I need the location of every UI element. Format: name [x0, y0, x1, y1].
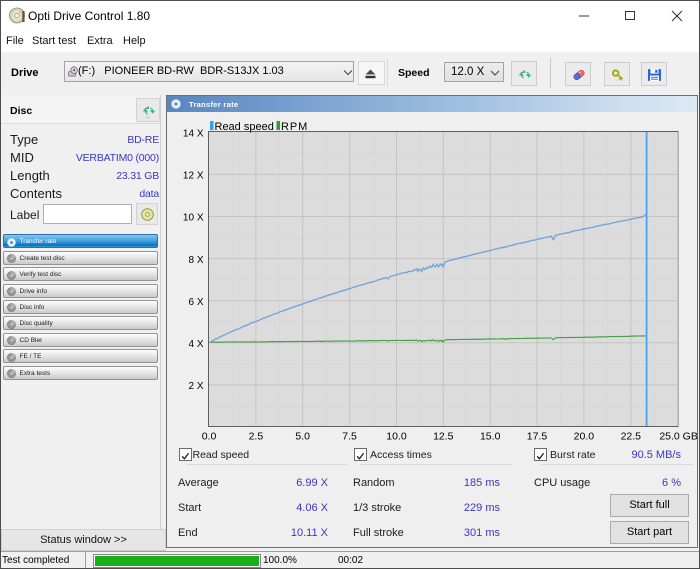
svg-text:17.5: 17.5: [527, 431, 548, 443]
svg-text:14 X: 14 X: [183, 129, 204, 140]
svg-text:10.0: 10.0: [386, 431, 407, 443]
svg-text:10 X: 10 X: [183, 213, 204, 224]
svg-text:2 X: 2 X: [188, 381, 203, 392]
svg-text:4 X: 4 X: [188, 339, 203, 350]
svg-text:RPM: RPM: [281, 121, 308, 133]
svg-text:6 X: 6 X: [188, 297, 203, 308]
svg-text:5.0: 5.0: [295, 431, 310, 443]
svg-text:12.5: 12.5: [433, 431, 454, 443]
svg-text:15.0: 15.0: [480, 431, 501, 443]
svg-text:25.0 GB: 25.0 GB: [659, 431, 698, 443]
svg-text:12 X: 12 X: [183, 171, 204, 182]
svg-text:2.5: 2.5: [249, 431, 264, 443]
svg-text:7.5: 7.5: [342, 431, 357, 443]
svg-text:Read speed: Read speed: [215, 121, 274, 133]
svg-text:22.5: 22.5: [621, 431, 642, 443]
svg-text:0.0: 0.0: [202, 431, 217, 443]
svg-text:8 X: 8 X: [188, 255, 203, 266]
svg-text:20.0: 20.0: [574, 431, 595, 443]
